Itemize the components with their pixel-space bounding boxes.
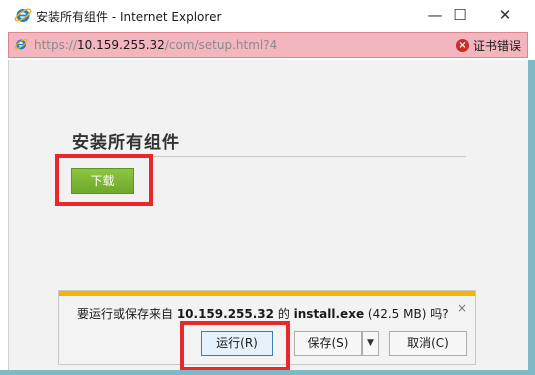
msg-prefix: 要运行或保存来自 bbox=[77, 307, 177, 321]
content-border bbox=[8, 60, 9, 370]
cancel-button[interactable]: 取消(C) bbox=[389, 331, 467, 356]
notification-accent bbox=[59, 291, 475, 296]
save-options-dropdown[interactable]: ▼ bbox=[362, 331, 379, 356]
run-highlight bbox=[180, 321, 290, 371]
url-text[interactable]: https://10.159.255.32/com/setup.html?4 bbox=[34, 38, 277, 52]
window-title: 安装所有组件 - Internet Explorer bbox=[36, 10, 222, 24]
msg-mid: 的 bbox=[274, 307, 294, 321]
internet-explorer-icon bbox=[14, 8, 32, 22]
save-button[interactable]: 保存(S) bbox=[294, 331, 362, 356]
url-host: 10.159.255.32 bbox=[77, 38, 165, 52]
url-scheme: https:// bbox=[34, 38, 78, 52]
notification-message: 要运行或保存来自 10.159.255.32 的 install.exe (42… bbox=[77, 305, 449, 322]
certificate-error-label: 证书错误 bbox=[472, 39, 521, 53]
error-icon: × bbox=[455, 39, 469, 52]
download-highlight bbox=[55, 154, 153, 206]
desktop-background bbox=[528, 60, 535, 375]
ie-window: 安装所有组件 - Internet Explorer — ☐ ✕ https:/… bbox=[0, 0, 535, 375]
msg-file: install.exe bbox=[293, 307, 365, 321]
page-title: 安装所有组件 bbox=[72, 133, 180, 153]
url-path: /com/setup.html?4 bbox=[164, 38, 278, 52]
certificate-error[interactable]: × 证书错误 bbox=[455, 37, 521, 54]
page-icon bbox=[14, 38, 28, 50]
notification-close-button[interactable]: × bbox=[457, 301, 467, 315]
desktop-background-bottom bbox=[0, 370, 535, 375]
msg-host: 10.159.255.32 bbox=[176, 307, 274, 321]
msg-size: (42.5 MB) 吗? bbox=[364, 307, 449, 321]
maximize-button[interactable]: ☐ bbox=[440, 0, 480, 30]
title-bar[interactable]: 安装所有组件 - Internet Explorer — ☐ ✕ bbox=[0, 0, 535, 30]
address-bar[interactable]: https://10.159.255.32/com/setup.html?4 ×… bbox=[8, 32, 528, 58]
close-button[interactable]: ✕ bbox=[485, 0, 525, 30]
